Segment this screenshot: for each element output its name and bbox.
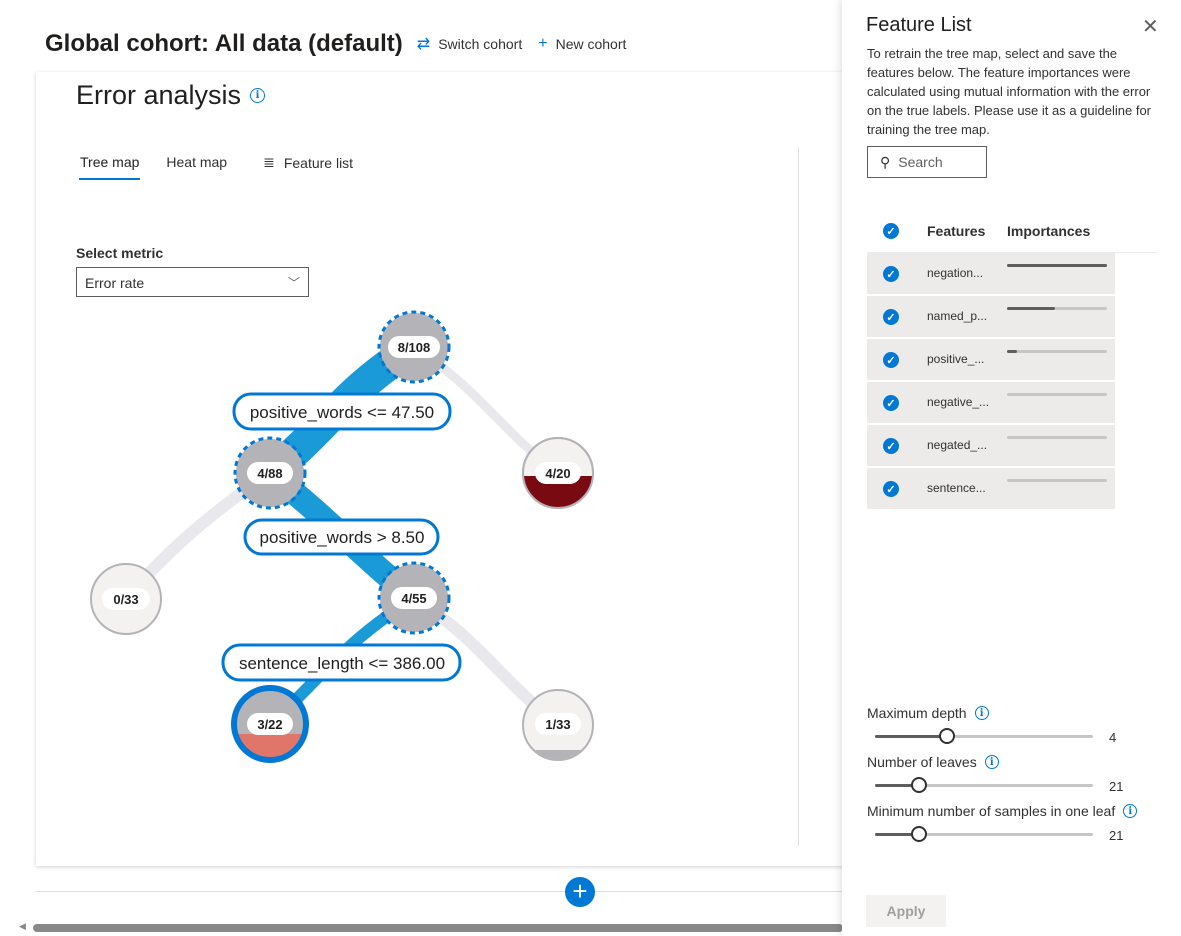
feature-row[interactable]: ✓ negation... <box>867 253 1115 295</box>
column-features: Features <box>927 223 986 239</box>
tree-node[interactable]: 1/33 <box>520 689 600 770</box>
split-condition-label: sentence_length <= 386.00 <box>239 654 445 673</box>
column-importances: Importances <box>1007 223 1091 239</box>
num-leaves-slider[interactable] <box>875 777 1093 793</box>
feature-row[interactable]: ✓ negative_... <box>867 382 1115 424</box>
info-icon[interactable]: i <box>974 706 989 720</box>
min-samples-label: Minimum number of samples in one leaf i <box>867 803 1138 819</box>
feature-name: named_p... <box>927 309 988 323</box>
tree-node[interactable]: 4/20 <box>520 437 600 516</box>
feature-name: sentence... <box>927 481 986 495</box>
feature-checkbox[interactable]: ✓ <box>883 395 899 411</box>
feature-name: negative_... <box>927 395 990 409</box>
feature-row[interactable]: ✓ negated_... <box>867 425 1115 467</box>
panel-title: Feature List <box>866 14 972 36</box>
min-samples-slider[interactable] <box>875 826 1093 842</box>
section-divider <box>36 891 842 892</box>
panel-description: To retrain the tree map, select and save… <box>867 46 1152 137</box>
feature-list-header: ✓ Features Importances <box>867 212 1157 253</box>
num-leaves-value: 21 <box>1109 779 1124 794</box>
tree-node-selected[interactable]: 3/22 <box>230 685 310 774</box>
feature-checkbox[interactable]: ✓ <box>883 352 899 368</box>
feature-row[interactable]: ✓ sentence... <box>867 468 1115 510</box>
tree-node-label: 4/20 <box>545 466 570 481</box>
split-condition: sentence_length <= 386.00 <box>221 643 462 682</box>
search-placeholder: Search <box>898 154 943 170</box>
split-condition: positive_words > 8.50 <box>243 518 440 556</box>
importance-bar <box>1007 436 1107 439</box>
max-depth-slider[interactable] <box>875 728 1093 744</box>
feature-checkbox[interactable]: ✓ <box>883 266 899 282</box>
tree-map: 8/108 4/88 4/20 0/33 4/55 3/22 1/33 posi… <box>90 310 600 774</box>
num-leaves-label-text: Number of leaves <box>867 754 977 770</box>
tree-node-label: 1/33 <box>545 717 570 732</box>
max-depth-value: 4 <box>1109 730 1117 745</box>
tree-node-root[interactable]: 8/108 <box>377 310 451 384</box>
split-condition-label: positive_words <= 47.50 <box>250 403 434 422</box>
importance-bar <box>1007 393 1107 396</box>
min-samples-value: 21 <box>1109 828 1124 843</box>
feature-name: negation... <box>927 266 984 280</box>
slider-thumb[interactable] <box>938 728 955 744</box>
scroll-left-icon[interactable]: ◀ <box>19 921 26 932</box>
close-icon[interactable]: ✕ <box>1142 14 1159 39</box>
add-component-button[interactable]: + <box>565 877 595 907</box>
tree-node[interactable]: 4/88 <box>233 436 307 510</box>
info-icon[interactable]: i <box>1123 804 1138 818</box>
select-all-checkbox[interactable]: ✓ <box>883 223 899 239</box>
importance-bar <box>1007 350 1107 353</box>
feature-list-panel: Feature List ✕ To retrain the tree map, … <box>842 0 1181 936</box>
tree-node-label: 3/22 <box>257 717 282 732</box>
tree-node-label: 4/55 <box>401 591 426 606</box>
importance-bar <box>1007 307 1107 310</box>
horizontal-scrollbar[interactable] <box>33 924 843 932</box>
tree-node-label: 8/108 <box>398 340 431 355</box>
num-leaves-label: Number of leaves i <box>867 754 999 770</box>
search-icon: ⚲ <box>880 153 891 170</box>
feature-row[interactable]: ✓ positive_... <box>867 339 1115 381</box>
max-depth-label-text: Maximum depth <box>867 705 967 721</box>
feature-checkbox[interactable]: ✓ <box>883 438 899 454</box>
tree-node[interactable]: 4/55 <box>377 561 451 635</box>
search-input[interactable]: ⚲ Search <box>867 146 987 178</box>
info-icon[interactable]: i <box>984 755 999 769</box>
apply-button[interactable]: Apply <box>866 895 946 927</box>
importance-bar <box>1007 479 1107 482</box>
max-depth-label: Maximum depth i <box>867 705 989 721</box>
tree-node-label: 4/88 <box>257 466 282 481</box>
importance-bar <box>1007 264 1107 267</box>
split-condition: positive_words <= 47.50 <box>232 392 452 431</box>
slider-thumb[interactable] <box>910 826 927 842</box>
slider-thumb[interactable] <box>910 777 927 793</box>
min-samples-label-text: Minimum number of samples in one leaf <box>867 803 1116 819</box>
feature-checkbox[interactable]: ✓ <box>883 309 899 325</box>
split-condition-label: positive_words > 8.50 <box>260 528 425 547</box>
feature-checkbox[interactable]: ✓ <box>883 481 899 497</box>
feature-row[interactable]: ✓ named_p... <box>867 296 1115 338</box>
feature-name: positive_... <box>927 352 985 366</box>
tree-node-label: 0/33 <box>113 592 138 607</box>
tree-node[interactable]: 0/33 <box>90 563 162 635</box>
feature-name: negated_... <box>927 438 988 452</box>
